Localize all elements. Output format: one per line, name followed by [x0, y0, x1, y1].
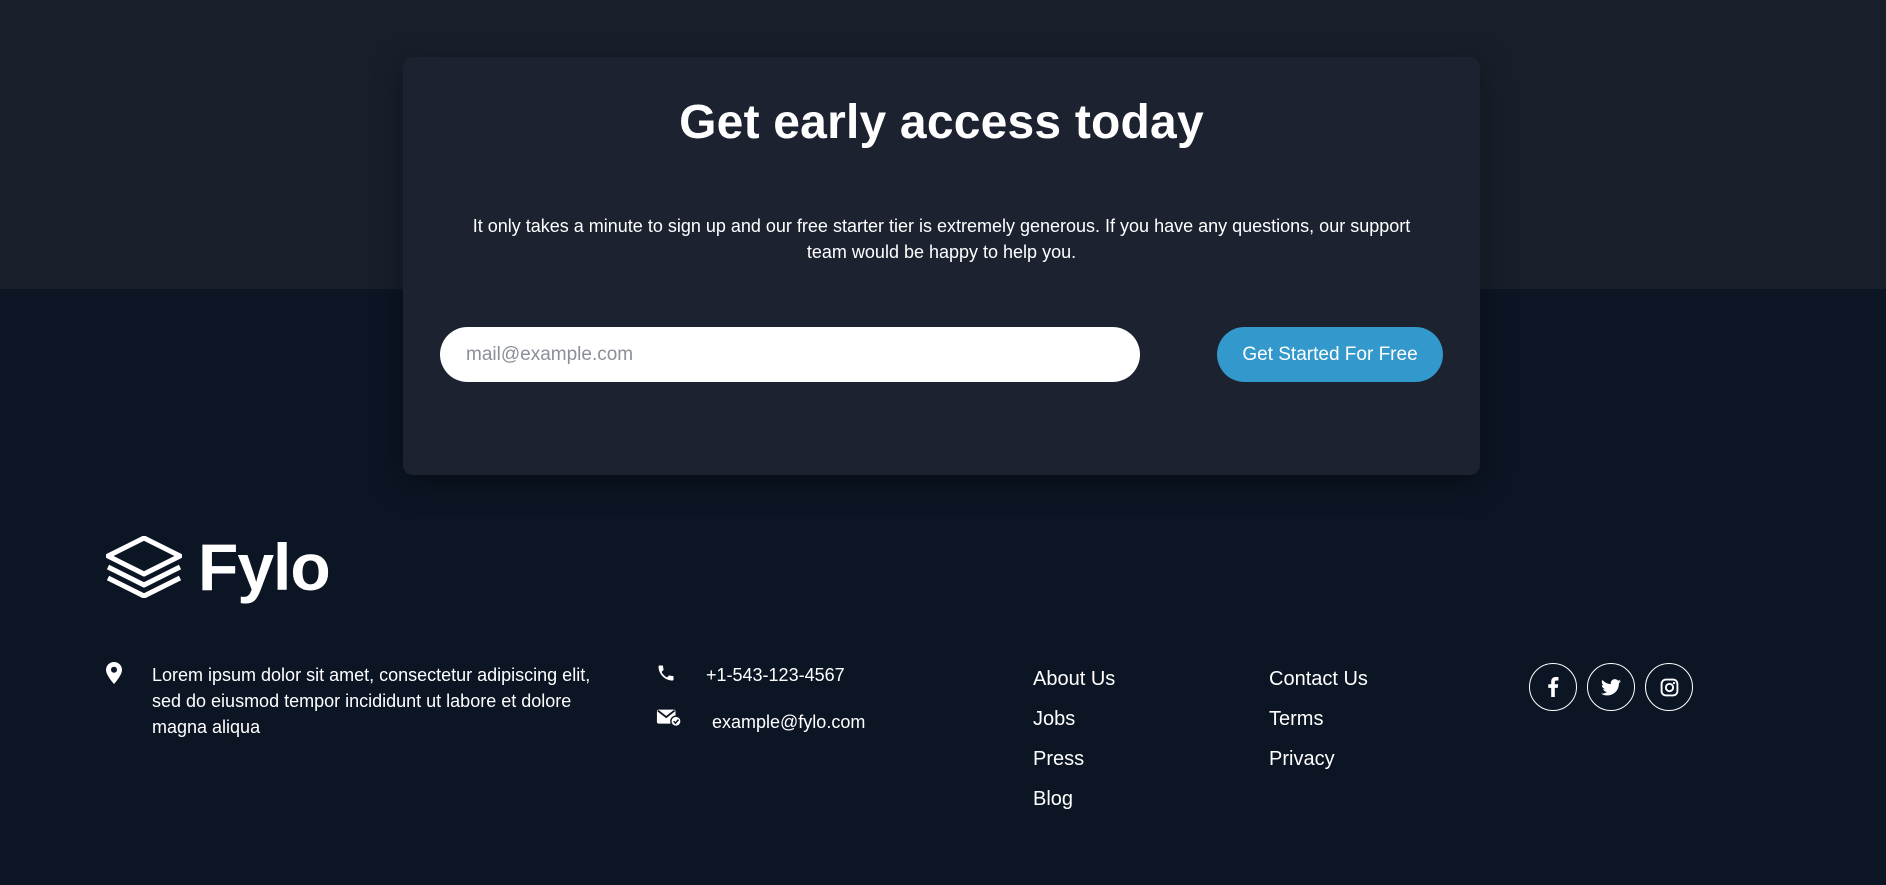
email-check-icon	[656, 708, 682, 728]
location-pin-icon	[106, 662, 122, 689]
footer-link-contact-us[interactable]: Contact Us	[1269, 666, 1368, 706]
twitter-icon	[1601, 678, 1621, 695]
footer-link-about-us[interactable]: About Us	[1033, 666, 1115, 706]
social-links	[1529, 663, 1693, 711]
facebook-button[interactable]	[1529, 663, 1577, 711]
twitter-button[interactable]	[1587, 663, 1635, 711]
email-input[interactable]	[440, 327, 1140, 382]
email-address[interactable]: example@fylo.com	[712, 712, 865, 733]
footer-links-primary: About Us Jobs Press Blog	[1033, 666, 1115, 826]
footer-phone: +1-543-123-4567	[656, 663, 845, 685]
footer-link-privacy[interactable]: Privacy	[1269, 746, 1368, 786]
footer-email: example@fylo.com	[656, 708, 865, 732]
footer-link-blog[interactable]: Blog	[1033, 786, 1115, 826]
fylo-logo-icon	[106, 536, 182, 598]
phone-icon	[656, 663, 682, 683]
footer-links-secondary: Contact Us Terms Privacy	[1269, 666, 1368, 786]
instagram-icon	[1660, 678, 1678, 696]
early-access-card: Get early access today It only takes a m…	[403, 57, 1480, 475]
fylo-logo[interactable]: Fylo	[106, 530, 331, 604]
footer-link-press[interactable]: Press	[1033, 746, 1115, 786]
facebook-icon	[1548, 677, 1559, 697]
phone-number[interactable]: +1-543-123-4567	[706, 665, 845, 686]
early-access-description: It only takes a minute to sign up and ou…	[472, 216, 1411, 262]
instagram-button[interactable]	[1645, 663, 1693, 711]
early-access-title: Get early access today	[679, 96, 1204, 149]
footer-link-terms[interactable]: Terms	[1269, 706, 1368, 746]
address-text: Lorem ipsum dolor sit amet, consectetur …	[152, 665, 591, 737]
get-started-button[interactable]: Get Started For Free	[1217, 327, 1443, 382]
fylo-logo-text: Fylo	[198, 530, 331, 604]
footer-link-jobs[interactable]: Jobs	[1033, 706, 1115, 746]
